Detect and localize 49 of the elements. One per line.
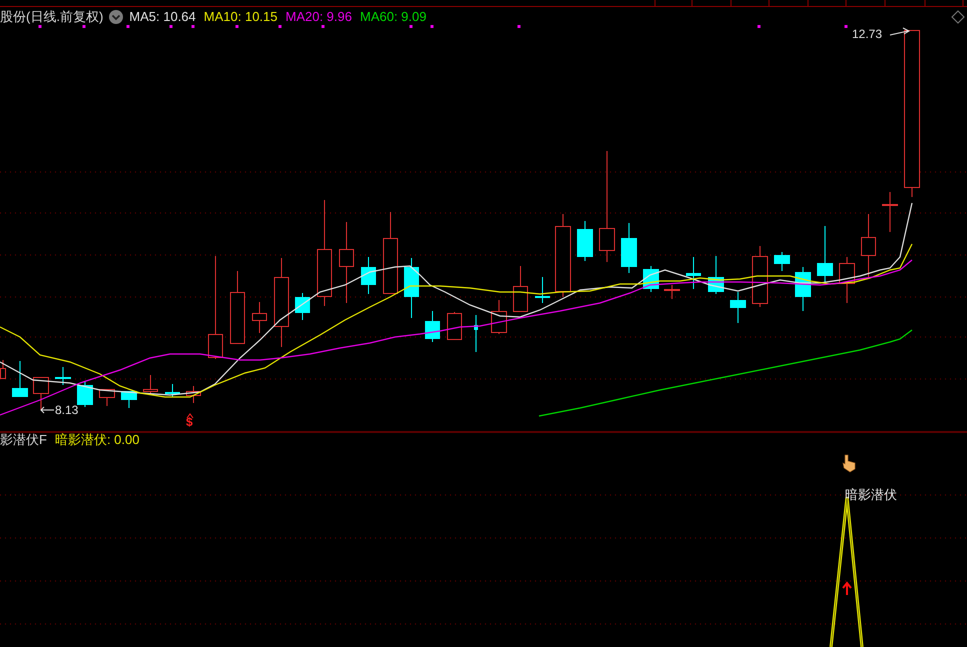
low-price-label: 8.13 [55, 403, 78, 417]
high-price-label: 12.73 [852, 27, 882, 41]
candlestick [295, 292, 310, 320]
candlestick [491, 300, 507, 334]
candlestick [55, 366, 71, 386]
candlestick [621, 222, 637, 274]
candlestick [795, 266, 811, 312]
moving-average-label: MA60: 9.09 [360, 9, 426, 25]
candlestick [708, 256, 724, 294]
moving-average-label: MA5: 10.64 [129, 9, 196, 25]
candlestick [817, 226, 833, 282]
moving-average-label: MA20: 9.96 [286, 9, 352, 25]
candlestick [577, 220, 593, 262]
candlestick [252, 302, 267, 334]
candlestick [686, 256, 701, 290]
chart-title: 股份(日线.前复权) [0, 9, 104, 25]
candlestick [535, 276, 550, 304]
candlestick [730, 292, 746, 324]
signal-marker: $ [186, 416, 193, 429]
candlestick [861, 214, 876, 278]
candlestick [404, 258, 419, 318]
hand-cursor-icon [842, 454, 856, 472]
indicator-value: 暗影潜伏: 0.00 [54, 432, 140, 448]
peak-label: 暗影潜伏 [845, 487, 897, 502]
pointer-arrow-icon [890, 28, 910, 36]
dropdown-icon[interactable] [109, 10, 124, 24]
candlestick [513, 266, 528, 312]
pointer-arrow-icon [40, 406, 54, 414]
candlestick [361, 256, 376, 294]
candlestick [77, 380, 93, 408]
candlestick [143, 374, 158, 396]
candlestick [121, 390, 137, 408]
candlestick [752, 246, 768, 308]
candlestick [186, 386, 201, 404]
candlestick [12, 360, 28, 398]
candlestick [474, 314, 478, 352]
candlestick [882, 192, 898, 232]
candlestick [774, 252, 790, 272]
candlestick [425, 310, 440, 342]
candlestick [165, 384, 180, 398]
candlestick [447, 312, 462, 340]
candlestick [33, 376, 49, 410]
candlestick [99, 388, 115, 406]
candlestick [839, 256, 855, 304]
candlestick [664, 284, 680, 300]
indicator-title: 影潜伏F [0, 432, 47, 448]
moving-average-label: MA10: 10.15 [204, 9, 278, 25]
up-arrow-icon [842, 581, 852, 596]
diamond-icon[interactable] [951, 10, 965, 24]
